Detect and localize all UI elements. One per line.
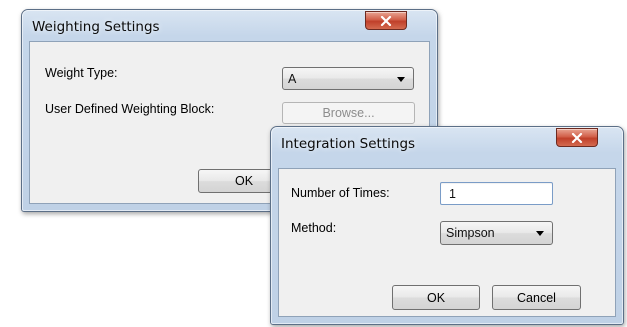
weighting-close-button[interactable]: [365, 11, 407, 30]
number-of-times-input[interactable]: 1: [440, 182, 553, 205]
integration-close-button[interactable]: [556, 128, 598, 147]
chevron-down-icon: [536, 231, 544, 236]
weight-type-label: Weight Type:: [45, 66, 118, 80]
method-select[interactable]: Simpson: [440, 221, 553, 245]
method-label: Method:: [291, 221, 337, 235]
browse-button[interactable]: Browse...: [282, 102, 415, 124]
integration-cancel-button[interactable]: Cancel: [492, 285, 581, 310]
number-of-times-label: Number of Times:: [291, 186, 390, 200]
user-defined-block-label: User Defined Weighting Block:: [45, 102, 215, 116]
chevron-down-icon: [397, 76, 405, 82]
close-icon: [571, 132, 583, 143]
integration-dialog-title: Integration Settings: [281, 136, 416, 152]
close-icon: [380, 15, 392, 26]
method-value: Simpson: [446, 226, 495, 240]
weight-type-value: A: [288, 71, 297, 86]
weighting-dialog-title: Weighting Settings: [32, 19, 160, 35]
weight-type-select[interactable]: A: [282, 67, 414, 90]
integration-settings-dialog: Integration Settings Number of Times: 1 …: [270, 126, 624, 325]
integration-title-bar[interactable]: Integration Settings: [271, 127, 623, 159]
integration-ok-button[interactable]: OK: [392, 285, 480, 310]
integration-client-area: Number of Times: 1 Method: Simpson OK Ca…: [278, 168, 616, 317]
weighting-title-bar[interactable]: Weighting Settings: [22, 10, 437, 42]
